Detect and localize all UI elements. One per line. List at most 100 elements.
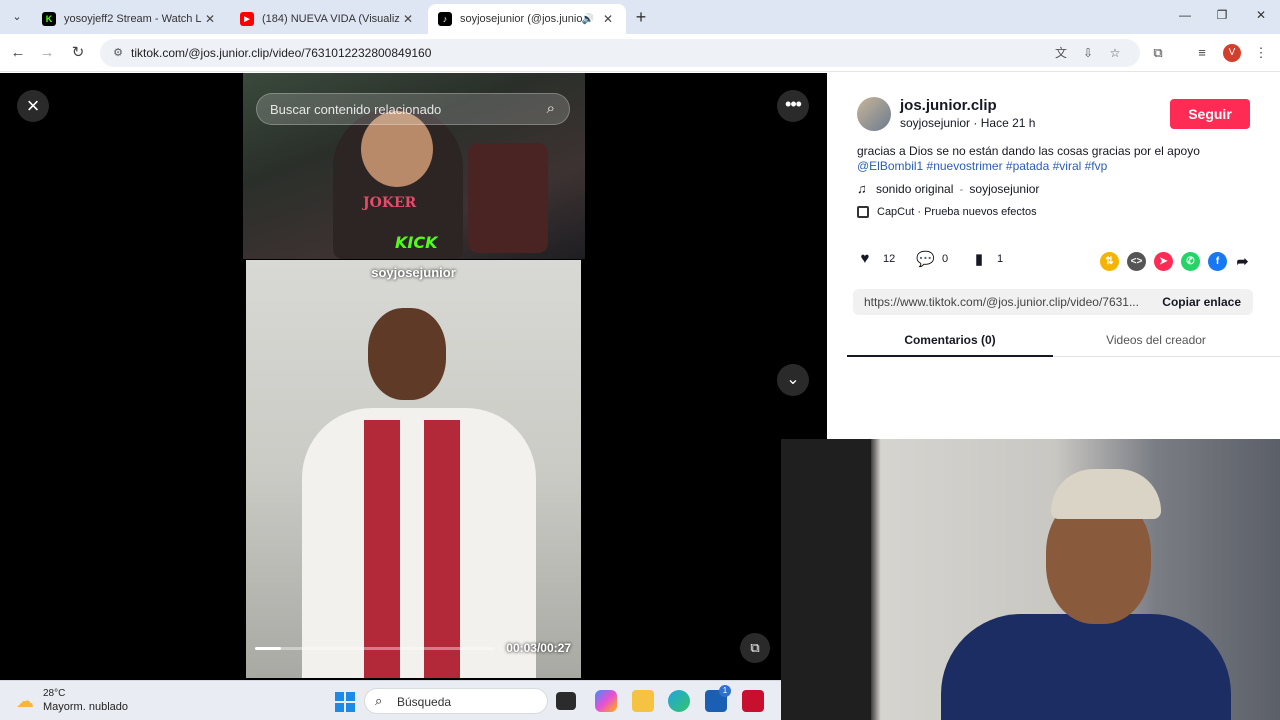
file-explorer-icon[interactable]	[632, 690, 654, 712]
video-time: 00:03/00:27	[506, 641, 571, 655]
picture-in-picture-icon[interactable]: ⧉	[740, 633, 770, 663]
tab-label: (184) NUEVA VIDA (Visualizer)	[262, 13, 400, 25]
embed-icon[interactable]: <>	[1127, 252, 1146, 271]
bookmark-star-icon[interactable]: ☆	[1107, 45, 1123, 61]
task-view-icon[interactable]	[556, 692, 576, 710]
capcut-label: CapCut · Prueba nuevos efectos	[877, 206, 1037, 218]
shirt-text: JOKER	[363, 195, 417, 211]
more-options-button[interactable]: •••	[777, 90, 809, 122]
speaker-icon[interactable]: 🔊	[582, 14, 594, 25]
panel-tabs: Comentarios (0) Videos del creador	[847, 327, 1280, 357]
weather-cloud-sun-icon[interactable]: ☁	[16, 691, 34, 712]
background-door	[781, 439, 871, 720]
sound-author: soyjosejunior	[969, 181, 1040, 196]
tab-creator-videos[interactable]: Videos del creador	[1053, 333, 1259, 347]
share-arrow-icon[interactable]: ➦	[1233, 252, 1252, 271]
save-button[interactable]: ▮ 1	[971, 250, 1003, 268]
tab-label: yosoyjeff2 Stream - Watch Live	[64, 13, 202, 25]
close-tab-icon[interactable]: ✕	[202, 12, 218, 26]
post-hashtags[interactable]: @ElBombil1 #nuevostrimer #patada #viral …	[857, 159, 1107, 173]
search-placeholder: Buscar contenido relacionado	[270, 102, 442, 117]
music-note-icon: ♫	[857, 181, 867, 196]
windows-start-icon[interactable]	[335, 692, 355, 712]
video-progress-fill	[255, 647, 282, 650]
comment-button[interactable]: 💬 0	[916, 250, 948, 268]
tab-kick-stream[interactable]: K yosoyjeff2 Stream - Watch Live ✕	[32, 4, 228, 34]
save-count: 1	[997, 253, 1004, 265]
maximize-icon[interactable]: ❐	[1212, 8, 1232, 22]
creator-subline: soyjosejunior · Hace 21 h	[900, 116, 1035, 130]
facebook-icon[interactable]: f	[1208, 252, 1227, 271]
address-bar[interactable]: ⚙ tiktok.com/@jos.junior.clip/video/7631…	[100, 39, 1140, 67]
next-video-chevron-icon[interactable]: ⌄	[777, 364, 809, 396]
new-tab-button[interactable]: +	[632, 8, 650, 26]
translate-icon[interactable]: 文	[1053, 45, 1069, 61]
taskbar-search-label: Búsqueda	[397, 695, 452, 709]
extensions-icon[interactable]: ⧉	[1148, 43, 1168, 63]
taskbar-search-input[interactable]: ⌕ Búsqueda	[364, 688, 548, 714]
microsoft-store-icon[interactable]: 1	[705, 685, 731, 712]
browser-tabstrip: ⌄ K yosoyjeff2 Stream - Watch Live ✕ ▶ (…	[0, 0, 1280, 34]
send-icon[interactable]: ➤	[1154, 252, 1173, 271]
url-text[interactable]: tiktok.com/@jos.junior.clip/video/763101…	[131, 46, 431, 60]
like-button[interactable]: ♥ 12	[857, 250, 896, 267]
mcafee-icon[interactable]	[742, 690, 764, 712]
post-info-panel: jos.junior.clip soyjosejunior · Hace 21 …	[827, 73, 1280, 439]
creator-username[interactable]: jos.junior.clip	[900, 97, 997, 114]
follow-button[interactable]: Seguir	[1170, 99, 1250, 129]
tab-comments[interactable]: Comentarios (0)	[847, 333, 1053, 347]
sound-title: sonido original	[876, 181, 954, 196]
post-description: gracias a Dios se no están dando las cos…	[857, 144, 1200, 158]
video-link-text[interactable]: https://www.tiktok.com/@jos.junior.clip/…	[864, 295, 1149, 309]
whatsapp-icon[interactable]: ✆	[1181, 252, 1200, 271]
media-control-icon[interactable]: ≡	[1192, 43, 1212, 63]
copy-link-button[interactable]: Copiar enlace	[1162, 295, 1241, 309]
back-arrow-icon[interactable]: ←	[8, 43, 28, 63]
profile-avatar[interactable]: V	[1223, 44, 1241, 62]
webcam-overlay	[781, 439, 1280, 720]
active-tab-indicator	[847, 355, 1053, 357]
video-progress-bar[interactable]	[255, 647, 495, 650]
close-tab-icon[interactable]: ✕	[600, 12, 616, 26]
forward-arrow-icon[interactable]: →	[37, 43, 57, 63]
browser-toolbar: ← → ↻ ⚙ tiktok.com/@jos.junior.clip/vide…	[0, 34, 1280, 72]
capcut-link[interactable]: CapCut · Prueba nuevos efectos	[857, 206, 1037, 218]
comment-icon: 💬	[916, 251, 935, 268]
webcam-person-shirt	[941, 614, 1231, 720]
windows-taskbar: ☁ 28°C Mayorm. nublado ⌕ Búsqueda 1	[0, 680, 781, 720]
close-window-icon[interactable]: ✕	[1251, 8, 1271, 22]
copilot-icon[interactable]	[595, 690, 617, 712]
search-icon[interactable]: ⌕	[547, 100, 555, 117]
creator-avatar[interactable]	[857, 97, 891, 131]
minimize-icon[interactable]: —	[1175, 8, 1195, 22]
action-row: ♥ 12 💬 0 ▮ 1 ⇅ <> ➤ ✆ f ➦	[857, 250, 1252, 272]
comment-count: 0	[942, 253, 949, 265]
webcam-person-cap	[1051, 469, 1161, 519]
search-icon: ⌕	[375, 693, 383, 708]
edge-browser-icon[interactable]	[668, 690, 690, 712]
capcut-icon	[857, 206, 869, 218]
separator-dot: ·	[973, 116, 981, 130]
menu-kebab-icon[interactable]: ⋮	[1251, 43, 1271, 63]
weather-description[interactable]: Mayorm. nublado	[43, 701, 128, 713]
reload-icon[interactable]: ↻	[68, 43, 88, 63]
creator-nickname[interactable]: soyjosejunior	[900, 116, 970, 130]
person-head	[368, 308, 446, 400]
tab-tiktok[interactable]: ♪ soyjosejunior (@jos.junior.c 🔊 ✕	[428, 4, 626, 34]
site-info-icon[interactable]: ⚙	[110, 45, 126, 61]
repost-icon[interactable]: ⇅	[1100, 252, 1119, 271]
related-search-input[interactable]: Buscar contenido relacionado ⌕	[256, 93, 570, 125]
install-app-icon[interactable]: ⇩	[1080, 45, 1096, 61]
sound-link[interactable]: ♫ sonido original - soyjosejunior	[857, 181, 1039, 196]
close-tab-icon[interactable]: ✕	[400, 12, 416, 26]
tab-youtube[interactable]: ▶ (184) NUEVA VIDA (Visualizer) ✕	[230, 4, 426, 34]
youtube-favicon-icon: ▶	[240, 12, 254, 26]
jersey-stripe	[424, 420, 460, 678]
main-clip[interactable]: soyjosejunior 00:03/00:27	[246, 260, 581, 678]
like-count: 12	[883, 252, 896, 265]
close-video-button[interactable]: ×	[17, 90, 49, 122]
heart-icon: ♥	[860, 250, 870, 267]
separator-dash: -	[959, 181, 964, 196]
tab-search-chevron-icon[interactable]: ⌄	[8, 8, 26, 26]
weather-temperature[interactable]: 28°C	[43, 688, 65, 699]
